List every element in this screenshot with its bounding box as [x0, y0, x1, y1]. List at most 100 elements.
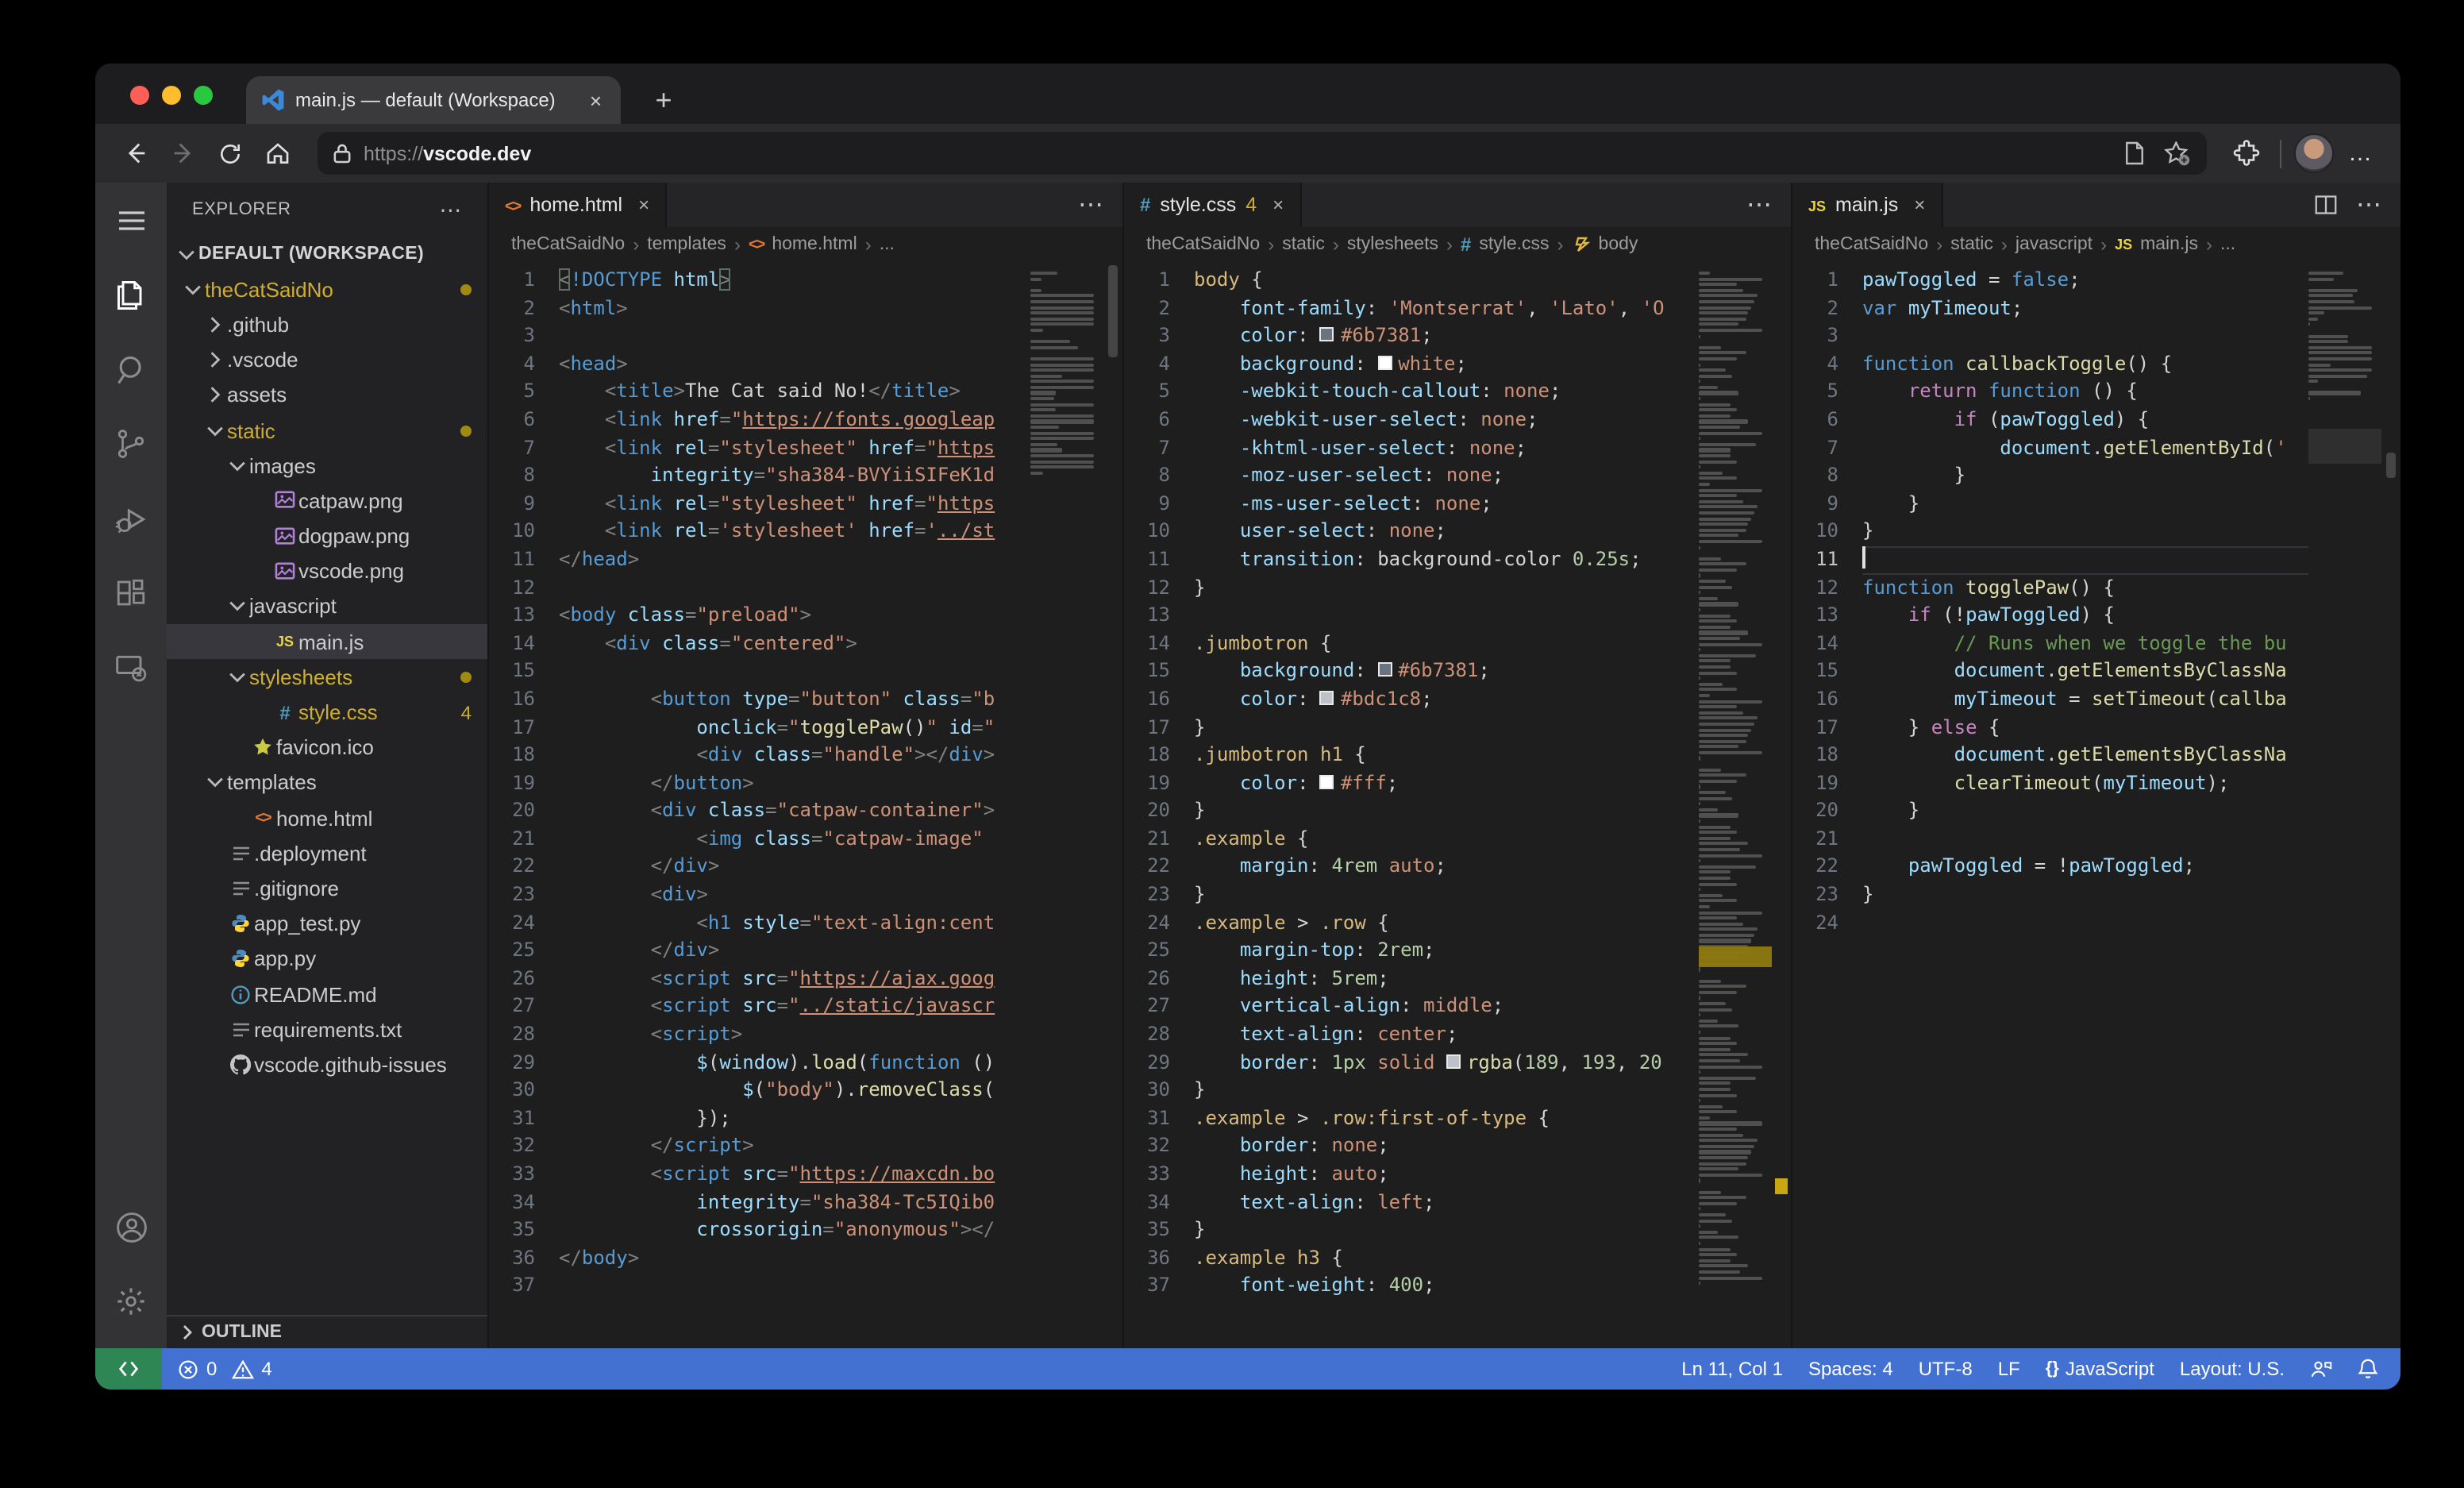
tree-item--github[interactable]: .github	[167, 307, 487, 342]
tree-item-catpaw-png[interactable]: catpaw.png	[167, 484, 487, 518]
browser-menu-icon[interactable]: …	[2340, 133, 2381, 174]
tree-item-vscode-github-issues[interactable]: vscode.github-issues	[167, 1047, 487, 1082]
tree-item-favicon-ico[interactable]: favicon.ico	[167, 730, 487, 765]
scrollbar[interactable]	[2381, 262, 2400, 1348]
close-tab-icon[interactable]: ×	[587, 88, 605, 112]
breadcrumb[interactable]: theCatSaidNo › static › stylesheets › # style.c…	[1124, 227, 1791, 262]
explorer-icon[interactable]	[95, 257, 167, 332]
scrollbar-thumb[interactable]	[2386, 453, 2396, 478]
tree-item-home-html[interactable]: <> home.html	[167, 800, 487, 835]
minimap[interactable]	[1699, 262, 1772, 1348]
close-tab-icon[interactable]: ×	[1914, 194, 1925, 216]
run-debug-icon[interactable]	[95, 481, 167, 556]
tree-item-app-test-py[interactable]: app_test.py	[167, 906, 487, 941]
status-utf-8[interactable]: UTF-8	[1919, 1358, 1973, 1380]
new-tab-button[interactable]: +	[643, 79, 684, 121]
settings-gear-icon[interactable]	[95, 1264, 167, 1339]
tree-item-stylesheets[interactable]: stylesheets	[167, 660, 487, 695]
code-editor-main-js[interactable]: 1 pawToggled = false; 2 var myTimeout; 3 4 fun…	[1792, 262, 2308, 1348]
bookmark-star-icon[interactable]	[2164, 141, 2191, 166]
tab-home-html[interactable]: <> home.html ×	[489, 183, 668, 227]
tree-item-requirements-txt[interactable]: requirements.txt	[167, 1012, 487, 1047]
code-line: 32 border: none;	[1147, 1134, 1389, 1157]
url-bar[interactable]: https://vscode.dev	[318, 132, 2207, 175]
scrollbar[interactable]	[1772, 262, 1791, 1348]
status-feedback-icon[interactable]	[2310, 1359, 2332, 1379]
profile-avatar[interactable]	[2294, 133, 2334, 173]
tab-more-actions-icon[interactable]: ⋯	[1746, 189, 1772, 221]
code-line: 10}	[1815, 519, 1874, 542]
tree-item-main-js[interactable]: JS main.js	[167, 624, 487, 660]
extensions-icon[interactable]	[95, 556, 167, 630]
text-cursor	[1862, 545, 1865, 569]
code-editor-style-css[interactable]: 1 body {2 font-family: 'Montserrat', 'Lat…	[1124, 262, 1699, 1348]
search-icon[interactable]	[95, 332, 167, 407]
tree-item-style-css[interactable]: # style.css 4	[167, 695, 487, 730]
tree-item-vscode-png[interactable]: vscode.png	[167, 553, 487, 588]
tree-item-static[interactable]: static	[167, 413, 487, 448]
tree-item-thecatsaidno[interactable]: theCatSaidNo	[167, 272, 487, 306]
tab-style-css[interactable]: # style.css 4 ×	[1124, 183, 1302, 227]
reload-icon[interactable]	[210, 133, 251, 174]
explorer-actions-icon[interactable]: ⋯	[439, 196, 462, 223]
home-icon[interactable]	[257, 133, 298, 174]
css-crumb-icon: #	[1460, 233, 1472, 256]
close-tab-icon[interactable]: ×	[638, 194, 649, 216]
split-editor-icon[interactable]	[2315, 194, 2337, 216]
tree-item-templates[interactable]: templates	[167, 765, 487, 800]
menu-hamburger-icon[interactable]	[95, 183, 167, 257]
code-line: 18 document.getElementsByClassNa	[1815, 743, 2287, 766]
tree-item-readme-md[interactable]: README.md	[167, 977, 487, 1012]
minimize-window-button[interactable]	[162, 86, 181, 105]
js-file-icon: JS	[275, 634, 294, 650]
extensions-puzzle-icon[interactable]	[2226, 133, 2267, 174]
tab-more-actions-icon[interactable]: ⋯	[2356, 189, 2381, 221]
status-ln-11-col-1[interactable]: Ln 11, Col 1	[1681, 1358, 1783, 1380]
remote-indicator[interactable]	[95, 1348, 162, 1390]
color-swatch	[1319, 327, 1334, 342]
browser-tab[interactable]: main.js — default (Workspace) ×	[246, 76, 621, 124]
chevron-right-icon	[202, 351, 227, 368]
account-icon[interactable]	[95, 1189, 167, 1264]
reader-icon[interactable]	[2124, 141, 2145, 165]
status-spaces-4[interactable]: Spaces: 4	[1808, 1358, 1893, 1380]
back-icon[interactable]	[114, 133, 156, 174]
tree-item-javascript[interactable]: javascript	[167, 589, 487, 624]
tree-item-dogpaw-png[interactable]: dogpaw.png	[167, 518, 487, 553]
close-tab-icon[interactable]: ×	[1272, 194, 1284, 216]
source-control-icon[interactable]	[95, 407, 167, 481]
remote-explorer-icon[interactable]	[95, 630, 167, 705]
close-window-button[interactable]	[130, 86, 149, 105]
minimap[interactable]	[2308, 262, 2381, 1348]
minimap[interactable]	[1030, 262, 1103, 1348]
scrollbar-thumb[interactable]	[1108, 265, 1118, 357]
tab-main-js[interactable]: JS main.js ×	[1792, 183, 1943, 227]
status-layout-u-s-[interactable]: Layout: U.S.	[2180, 1358, 2285, 1380]
zoom-window-button[interactable]	[194, 86, 213, 105]
css-file-icon: #	[1140, 194, 1151, 216]
scrollbar[interactable]	[1103, 262, 1122, 1348]
tree-item-images[interactable]: images	[167, 448, 487, 483]
tree-item-app-py[interactable]: app.py	[167, 942, 487, 977]
problems-status[interactable]: 0 4	[162, 1358, 288, 1380]
toolbar-divider	[2280, 139, 2281, 168]
tree-item-assets[interactable]: assets	[167, 378, 487, 413]
tree-item--gitignore[interactable]: .gitignore	[167, 871, 487, 906]
tree-item-default-workspace-[interactable]: DEFAULT (WORKSPACE)	[167, 237, 487, 272]
status-bar: 0 4 Ln 11, Col 1 Spaces: 4 UTF-8 LF {} JavaSc…	[95, 1348, 2400, 1390]
code-line: 17 } else {	[1815, 715, 2000, 738]
forward-icon[interactable]	[162, 133, 203, 174]
minimap-slider[interactable]	[2308, 429, 2381, 464]
status-javascript[interactable]: {} JavaScript	[2046, 1358, 2154, 1380]
tab-more-actions-icon[interactable]: ⋯	[1078, 189, 1103, 221]
code-line: 14 <div class="centered">	[512, 631, 857, 654]
breadcrumb[interactable]: theCatSaidNo › static › javascript › JS main.js…	[1792, 227, 2400, 262]
status-lf[interactable]: LF	[1998, 1358, 2020, 1380]
outline-section[interactable]: OUTLINE	[167, 1315, 487, 1348]
code-editor-home-html[interactable]: 1 <!DOCTYPE html> 2 <html> 3 4 <head> 5 <title>…	[489, 262, 1030, 1348]
tree-item--deployment[interactable]: .deployment	[167, 835, 487, 870]
status-bell-icon[interactable]	[2358, 1358, 2378, 1380]
tree-item--vscode[interactable]: .vscode	[167, 342, 487, 377]
code-line: 6 <link href="https://fonts.googleap	[523, 407, 995, 430]
breadcrumb[interactable]: theCatSaidNo › templates › <> home.html ›...	[489, 227, 1122, 262]
